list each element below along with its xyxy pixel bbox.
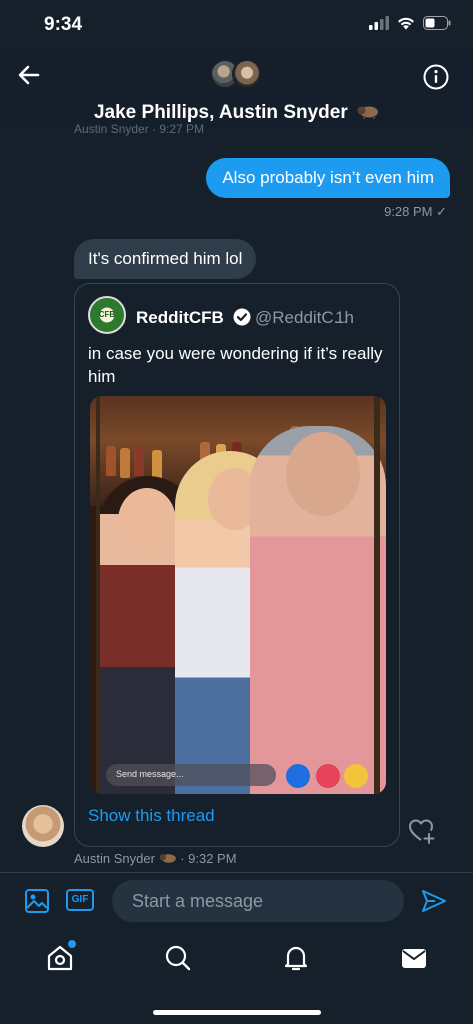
search-icon (165, 945, 191, 971)
photo-frame (96, 396, 380, 794)
bell-icon (284, 946, 308, 971)
tweet-author-avatar[interactable]: CFB (88, 296, 126, 334)
incoming-message-time: · 9:32 PM (180, 851, 237, 866)
heart-add-icon[interactable] (408, 818, 436, 844)
incoming-sender-name: Austin Snyder (74, 851, 155, 866)
sender-avatar[interactable] (22, 805, 64, 847)
laugh-reaction-icon (344, 764, 368, 788)
status-icons (369, 16, 451, 30)
tweet-media-image[interactable]: Send message... (90, 396, 386, 794)
tab-notifications[interactable] (280, 942, 312, 974)
wifi-icon (398, 17, 414, 30)
tweet-text: in case you were wondering if it’s reall… (88, 344, 383, 386)
tweet-timestamp: 1h (335, 308, 354, 327)
tweet-author-avatar-logo: CFB (98, 310, 116, 319)
tab-messages[interactable] (398, 942, 430, 974)
shared-tweet-card[interactable]: CFB RedditCFB @RedditC... 1h in case you… (74, 283, 400, 847)
mail-icon (402, 949, 426, 968)
conversation-title-text: Jake Phillips, Austin Snyder (93, 102, 348, 123)
bison-emoji-icon (357, 106, 379, 119)
tweet-author-handle: @RedditC... (255, 308, 348, 327)
photo-message-bar: Send message... (106, 764, 276, 786)
info-icon[interactable] (423, 64, 449, 90)
message-input[interactable] (112, 880, 404, 922)
tweet-author-name[interactable]: RedditCFB (136, 308, 224, 328)
gif-icon[interactable]: GIF (66, 889, 94, 911)
tab-search[interactable] (162, 942, 194, 974)
avatar (232, 59, 262, 89)
like-reaction-icon (286, 764, 310, 788)
show-thread-link[interactable]: Show this thread (88, 806, 215, 826)
battery-icon (423, 16, 451, 30)
notification-dot (68, 940, 76, 948)
home-indicator (153, 1010, 321, 1015)
verified-badge-icon (233, 308, 251, 326)
group-avatars[interactable] (210, 59, 266, 91)
bison-emoji-icon (159, 854, 176, 863)
incoming-message-bubble[interactable]: It's confirmed him lol (74, 239, 257, 279)
tab-home[interactable] (44, 940, 76, 974)
send-icon[interactable] (420, 887, 448, 915)
status-bar: 9:34 (0, 0, 473, 50)
conversation-header: Jake Phillips, Austin Snyder (0, 50, 473, 130)
outgoing-message-meta: 9:28 PM ✓ (384, 204, 447, 219)
back-arrow-icon[interactable] (16, 62, 42, 88)
message-meta-hidden: Austin Snyder · 9:27 PM (74, 122, 205, 136)
status-time: 9:34 (44, 14, 83, 35)
conversation-title[interactable]: Jake Phillips, Austin Snyder (0, 102, 473, 124)
cellular-signal-icon (369, 16, 389, 30)
incoming-message-meta: Austin Snyder · 9:32 PM (74, 851, 237, 866)
love-reaction-icon (316, 764, 340, 788)
image-icon[interactable] (24, 888, 50, 914)
message-composer: GIF (0, 872, 473, 928)
outgoing-message-bubble[interactable]: Also probably isn’t even him (206, 158, 450, 198)
